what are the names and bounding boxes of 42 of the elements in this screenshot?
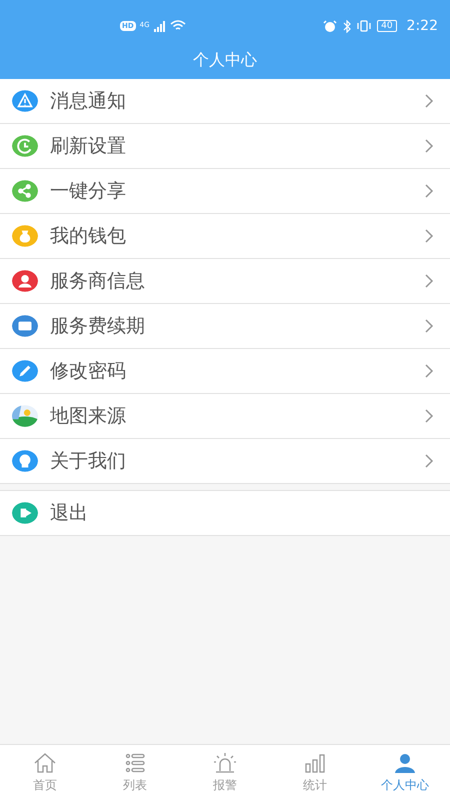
bar-chart-icon [303, 752, 327, 774]
bluetooth-icon [343, 20, 352, 32]
menu-item[interactable]: 我的钱包 [0, 214, 450, 259]
menu-label: 服务费续期 [50, 314, 146, 339]
menu-label: 修改密码 [50, 358, 127, 384]
menu-item[interactable]: 修改密码 [0, 349, 450, 394]
menu-label: 一键分享 [50, 178, 127, 204]
page-title: 个人中心 [193, 48, 257, 70]
chevron-icon [425, 94, 434, 108]
home-icon [33, 752, 57, 774]
menu-item[interactable]: 退出 [0, 491, 450, 536]
chevron-icon [425, 274, 434, 288]
menu-item[interactable]: 刷新设置 [0, 124, 450, 169]
menu-item[interactable]: 一键分享 [0, 169, 450, 214]
menu-label: 退出 [50, 500, 89, 526]
menu-label: 刷新设置 [50, 134, 127, 159]
menu-item[interactable]: 服务费续期 [0, 304, 450, 349]
status-time: 2:22 [406, 16, 438, 36]
chevron-icon [425, 409, 434, 423]
signal-icon [154, 20, 166, 32]
chevron-icon [425, 319, 434, 333]
chevron-icon [425, 139, 434, 153]
chevron-icon [425, 454, 434, 468]
menu-item[interactable]: 服务商信息 [0, 259, 450, 304]
menu-label: 地图来源 [50, 404, 127, 429]
menu-label: 消息通知 [50, 88, 127, 114]
chevron-icon [425, 184, 434, 198]
person-icon [393, 752, 417, 774]
menu-label: 我的钱包 [50, 224, 127, 249]
battery-indicator: 40 [377, 20, 397, 32]
menu-label: 服务商信息 [50, 268, 146, 294]
list-icon [124, 752, 146, 774]
menu-label: 关于我们 [50, 448, 127, 474]
menu-item[interactable]: 地图来源 [0, 394, 450, 439]
chevron-icon [425, 229, 434, 243]
menu-item[interactable]: 关于我们 [0, 439, 450, 484]
alarm-icon [323, 20, 338, 32]
alarm-light-icon [213, 752, 237, 774]
wifi-icon [170, 20, 186, 32]
menu-item[interactable]: 消息通知 [0, 79, 450, 124]
chevron-icon [425, 364, 434, 378]
vibrate-icon [357, 20, 372, 32]
